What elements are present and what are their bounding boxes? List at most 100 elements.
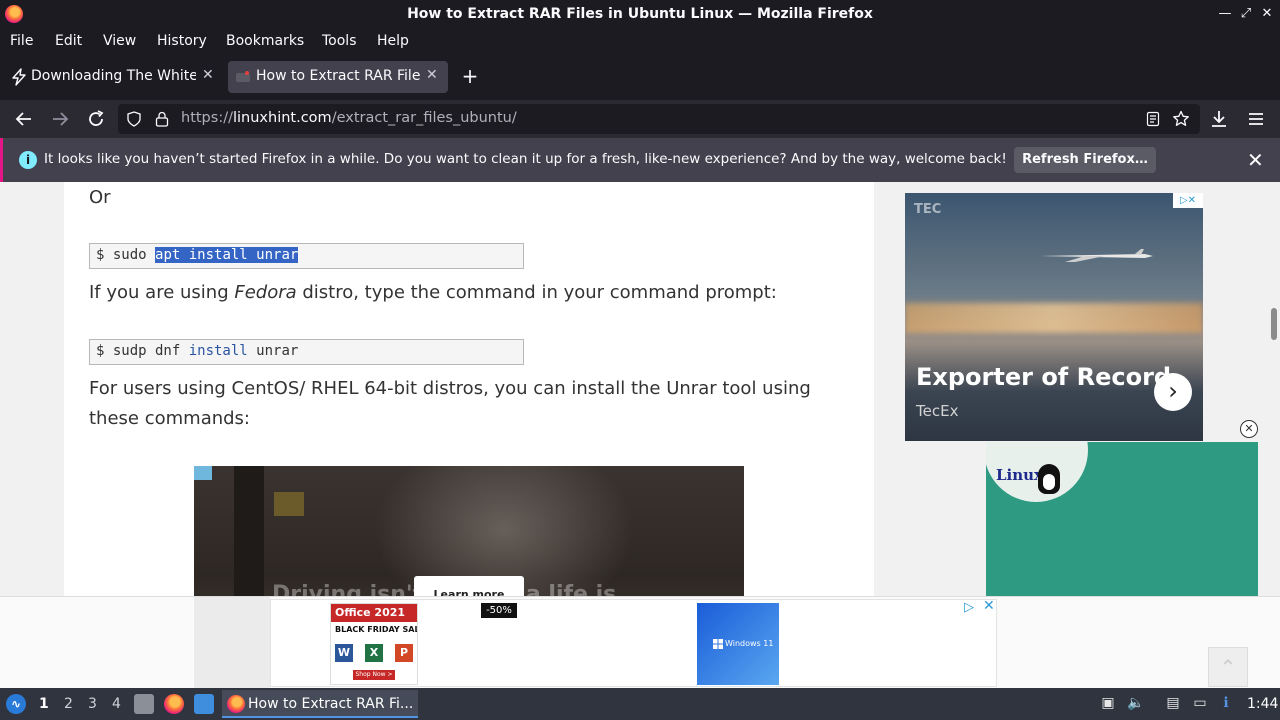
menu-file[interactable]: File (10, 33, 33, 49)
tux-penguin-icon (1038, 464, 1060, 494)
bookmark-star-icon[interactable] (1172, 110, 1190, 128)
back-arrow-icon[interactable] (12, 107, 36, 131)
close-notification-icon[interactable]: ✕ (1247, 148, 1264, 172)
ad-headline: Exporter of Record (916, 363, 1172, 391)
volume-icon[interactable]: 🔈 (1127, 694, 1145, 712)
code-selected-text: apt install unrar (155, 247, 299, 263)
menu-bookmarks[interactable]: Bookmarks (226, 33, 304, 49)
menu-view[interactable]: View (103, 33, 136, 49)
refresh-firefox-button[interactable]: Refresh Firefox… (1014, 147, 1156, 173)
close-ad-icon[interactable]: ✕ (983, 598, 995, 614)
display-icon[interactable]: ▭ (1191, 694, 1209, 712)
adchoices-icon[interactable]: ▷✕ (1173, 193, 1203, 208)
airplane-image (1040, 249, 1153, 262)
taskbar-firefox-task[interactable]: How to Extract RAR Fi... (222, 690, 418, 718)
new-tab-button[interactable]: + (458, 64, 482, 88)
centos-paragraph-line1: For users using CentOS/ RHEL 64-bit dist… (89, 378, 811, 399)
tab-close-icon[interactable]: ✕ (202, 67, 214, 83)
office-2021-ad[interactable]: Office 2021 BLACK FRIDAY SALE W X P Shop… (330, 603, 418, 685)
url-path: /extract_rar_files_ubuntu/ (331, 110, 517, 126)
adchoices-icon[interactable]: ▷ (964, 600, 974, 615)
shop-now-button[interactable]: Shop Now > (353, 670, 395, 680)
centos-paragraph-line2: these commands: (89, 408, 250, 429)
windows-11-ad[interactable]: Windows 11 (697, 603, 779, 685)
fedora-post: distro, type the command in your command… (296, 282, 777, 303)
linux-logo: Linux (996, 466, 1043, 484)
url-scheme: https:// (181, 110, 233, 126)
tab-bar: Downloading The White ✕ How to Extract R… (0, 54, 1280, 100)
powerpoint-icon: P (395, 644, 413, 662)
url-bar[interactable]: https://linuxhint.com/extract_rar_files_… (118, 104, 1200, 134)
close-ad-icon[interactable]: ✕ (1240, 420, 1258, 438)
code-rest: unrar (247, 343, 299, 359)
sidebar-ad-tecex[interactable]: TEC ▷✕ Exporter of Record TecEx › (905, 193, 1203, 441)
forward-arrow-icon[interactable] (48, 107, 72, 131)
menu-history[interactable]: History (157, 33, 207, 49)
battery-tray-icon[interactable]: ▣ (1099, 694, 1117, 712)
clipboard-icon[interactable]: ▤ (1164, 694, 1182, 712)
tab-label: How to Extract RAR Files (256, 68, 420, 84)
info-icon: i (19, 151, 37, 169)
firefox-icon (227, 695, 245, 713)
minimize-button[interactable]: — (1216, 4, 1234, 24)
file-manager-icon[interactable] (134, 694, 154, 714)
menu-edit[interactable]: Edit (55, 33, 82, 49)
shield-icon[interactable] (126, 111, 142, 127)
fedora-paragraph: If you are using Fedora distro, type the… (89, 278, 777, 308)
city-lights-image (905, 303, 1203, 333)
office-sale-text: BLACK FRIDAY SALE (335, 625, 418, 634)
bottom-banner-ad[interactable]: Office 2021 BLACK FRIDAY SALE W X P Shop… (0, 596, 1280, 689)
windows-label: Windows 11 (725, 639, 774, 648)
start-menu-icon[interactable]: ∿ (6, 694, 26, 714)
reader-view-icon[interactable] (1145, 111, 1161, 127)
firefox-launcher-icon[interactable] (164, 694, 184, 714)
task-label: How to Extract RAR Fi... (248, 696, 414, 712)
office-title: Office 2021 (331, 604, 417, 622)
window-title: How to Extract RAR Files in Ubuntu Linux… (407, 6, 873, 22)
or-text: Or (89, 187, 111, 208)
url-host: linuxhint.com (232, 110, 332, 126)
code-prompt: $ sudo (96, 247, 156, 263)
reload-icon[interactable] (84, 107, 108, 131)
clock: 1:44 (1247, 696, 1279, 712)
ad-corner-marker (194, 466, 212, 480)
tab-downloading[interactable]: Downloading The White ✕ (4, 61, 224, 93)
code-block-apt[interactable]: $ sudo apt install unrar (89, 243, 524, 269)
workspace-4[interactable]: 4 (112, 696, 121, 712)
notification-message: It looks like you haven’t started Firefo… (44, 151, 1007, 167)
code-block-dnf[interactable]: $ sudp dnf install unrar (89, 339, 524, 365)
workspace-3[interactable]: 3 (88, 696, 97, 712)
tab-close-icon[interactable]: ✕ (426, 67, 438, 83)
window-titlebar: How to Extract RAR Files in Ubuntu Linux… (0, 0, 1280, 29)
excel-icon: X (365, 644, 383, 662)
code-keyword: install (188, 343, 248, 359)
navigation-bar: https://linuxhint.com/extract_rar_files_… (0, 100, 1280, 138)
tab-label: Downloading The White (31, 68, 196, 84)
workspace-2[interactable]: 2 (64, 696, 73, 712)
url-text[interactable]: https://linuxhint.com/extract_rar_files_… (181, 110, 517, 126)
linuxhint-favicon-icon (236, 71, 250, 82)
menu-help[interactable]: Help (377, 33, 409, 49)
ad-advertiser: TecEx (916, 402, 959, 420)
lightning-icon (12, 68, 26, 86)
desktop-taskbar: ∿ 1 2 3 4 How to Extract RAR Fi... ▣ 🔈 ▤… (0, 688, 1280, 720)
maximize-button[interactable]: ⤢ (1237, 4, 1255, 24)
hamburger-menu-icon[interactable] (1244, 107, 1268, 131)
close-window-button[interactable]: ✕ (1258, 4, 1276, 24)
desktop-icon[interactable] (194, 694, 214, 714)
discount-badge: -50% (481, 603, 517, 618)
workspace-1[interactable]: 1 (39, 696, 49, 712)
word-icon: W (335, 644, 353, 662)
tab-extract-rar[interactable]: How to Extract RAR Files ✕ (228, 61, 448, 93)
scroll-to-top-button[interactable]: ⌃ (1208, 647, 1248, 687)
menu-tools[interactable]: Tools (322, 33, 357, 49)
ad-left-stripe (194, 597, 270, 689)
fedora-emphasis: Fedora (234, 282, 297, 303)
lock-icon[interactable] (154, 110, 170, 128)
next-arrow-icon[interactable]: › (1154, 373, 1192, 411)
downloads-icon[interactable] (1207, 107, 1231, 131)
tec-logo: TEC (914, 202, 942, 217)
scrollbar-thumb[interactable] (1271, 308, 1277, 340)
update-notification-icon[interactable]: ℹ (1217, 694, 1235, 712)
fedora-pre: If you are using (89, 282, 235, 303)
